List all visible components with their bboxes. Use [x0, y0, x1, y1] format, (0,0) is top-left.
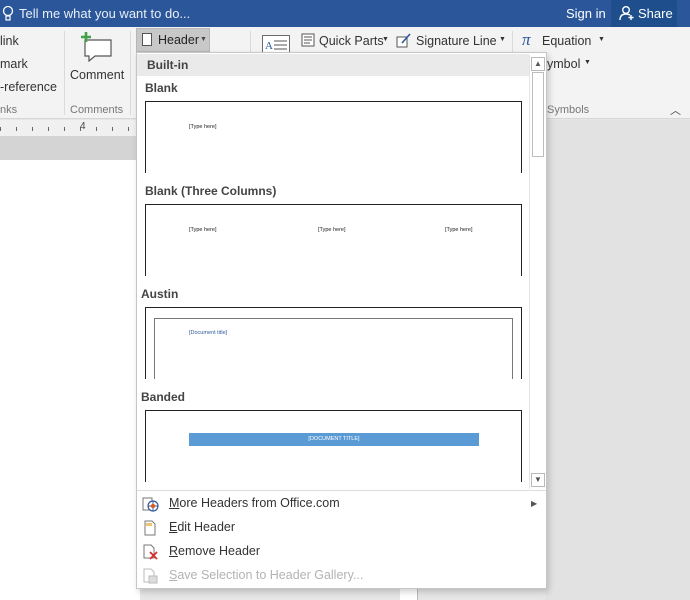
links-group-label: nks	[0, 104, 18, 116]
office-web-icon	[142, 497, 159, 512]
header-button[interactable]: Header ▼	[136, 28, 210, 52]
equation-button[interactable]: Equation	[542, 34, 591, 48]
builtin-section-header: Built-in	[137, 54, 529, 76]
builtin-label: Built-in	[147, 58, 189, 72]
sign-in-link[interactable]: Sign in	[566, 6, 606, 21]
gallery-item-title: Blank (Three Columns)	[145, 184, 277, 198]
share-label: Share	[638, 6, 673, 21]
symbols-group-label: Symbols	[547, 104, 590, 116]
ruler-number: 4	[80, 121, 86, 132]
cross-reference-button[interactable]: -reference	[0, 80, 57, 94]
austin-frame	[154, 318, 513, 379]
add-person-icon	[619, 6, 634, 21]
gallery-item-banded[interactable]: [DOCUMENT TITLE]	[145, 410, 522, 482]
chevron-down-icon: ▼	[584, 59, 591, 66]
scroll-thumb[interactable]	[532, 72, 544, 157]
symbol-button[interactable]: ymbol	[547, 57, 580, 71]
placeholder-text: [Type here]	[445, 227, 473, 233]
chevron-down-icon: ▼	[598, 36, 605, 43]
gallery-item-title: Blank	[145, 81, 178, 95]
tell-me-search[interactable]: Tell me what you want to do...	[19, 6, 190, 21]
collapse-ribbon-icon[interactable]: ︿	[670, 102, 681, 118]
hyperlink-button[interactable]: link	[0, 34, 19, 48]
menu-item-label: Edit Header	[169, 520, 236, 534]
document-page[interactable]	[0, 160, 140, 600]
menu-item-label: More Headers from Office.com	[169, 496, 340, 510]
menu-item-label: Remove Header	[169, 544, 261, 558]
signature-line-button[interactable]: Signature Line	[416, 34, 497, 48]
new-comment-icon[interactable]	[81, 32, 113, 62]
placeholder-text: [Type here]	[318, 227, 346, 233]
scroll-up-icon[interactable]: ▲	[531, 57, 545, 71]
document-page-edge	[400, 588, 418, 600]
document-margin	[0, 136, 140, 160]
header-dropdown: Built-in Blank [Type here] Blank (Three …	[136, 52, 547, 589]
placeholder-text: [DOCUMENT TITLE]	[308, 436, 360, 442]
remove-header-icon	[143, 544, 158, 560]
signature-line-icon	[396, 33, 411, 48]
edit-header-menu-item[interactable]: Edit Header	[137, 516, 546, 540]
comment-button[interactable]: Comment	[70, 68, 124, 82]
header-gallery: Built-in Blank [Type here] Blank (Three …	[137, 53, 529, 489]
bookmark-button[interactable]: mark	[0, 57, 28, 71]
gallery-scrollbar[interactable]: ▲ ▼	[529, 55, 546, 489]
more-headers-menu-item[interactable]: More Headers from Office.com ▶	[137, 492, 546, 516]
gallery-item-austin[interactable]: [Document title]	[145, 307, 522, 379]
submenu-arrow-icon: ▶	[531, 499, 538, 508]
chevron-down-icon: ▼	[382, 36, 389, 43]
chevron-down-icon: ▼	[200, 36, 207, 43]
gallery-item-title: Austin	[141, 287, 179, 301]
placeholder-text: [Type here]	[189, 227, 217, 233]
group-divider	[64, 31, 65, 115]
header-label: Header	[158, 33, 199, 47]
title-bar: Tell me what you want to do... Sign in S…	[0, 0, 690, 27]
placeholder-text: [Type here]	[189, 124, 217, 130]
gallery-item-title: Banded	[141, 390, 186, 404]
save-gallery-icon	[143, 568, 158, 584]
menu-item-label: Save Selection to Header Gallery...	[169, 568, 364, 582]
document-background	[545, 120, 690, 600]
quick-parts-icon	[301, 33, 315, 47]
group-divider	[130, 31, 131, 115]
scroll-down-icon[interactable]: ▼	[531, 473, 545, 487]
svg-text:A: A	[265, 40, 273, 52]
lightbulb-icon	[2, 5, 14, 21]
save-selection-menu-item[interactable]: Save Selection to Header Gallery...	[137, 564, 546, 588]
placeholder-text: [Document title]	[189, 330, 228, 336]
header-doc-icon	[142, 33, 152, 46]
horizontal-ruler: 4	[0, 120, 140, 136]
quick-parts-button[interactable]: Quick Parts	[319, 34, 384, 48]
gallery-item-blank-three-columns[interactable]: [Type here] [Type here] [Type here]	[145, 204, 522, 276]
comments-group-label: Comments	[70, 104, 124, 116]
share-button[interactable]: Share	[611, 0, 677, 27]
gallery-item-blank[interactable]: [Type here]	[145, 101, 522, 173]
banded-title-bar: [DOCUMENT TITLE]	[189, 433, 479, 446]
chevron-down-icon: ▼	[499, 36, 506, 43]
menu-divider	[137, 490, 546, 491]
ruler-ticks	[0, 127, 140, 131]
edit-header-icon	[144, 520, 156, 536]
pi-icon: π	[522, 30, 531, 49]
remove-header-menu-item[interactable]: Remove Header	[137, 540, 546, 564]
